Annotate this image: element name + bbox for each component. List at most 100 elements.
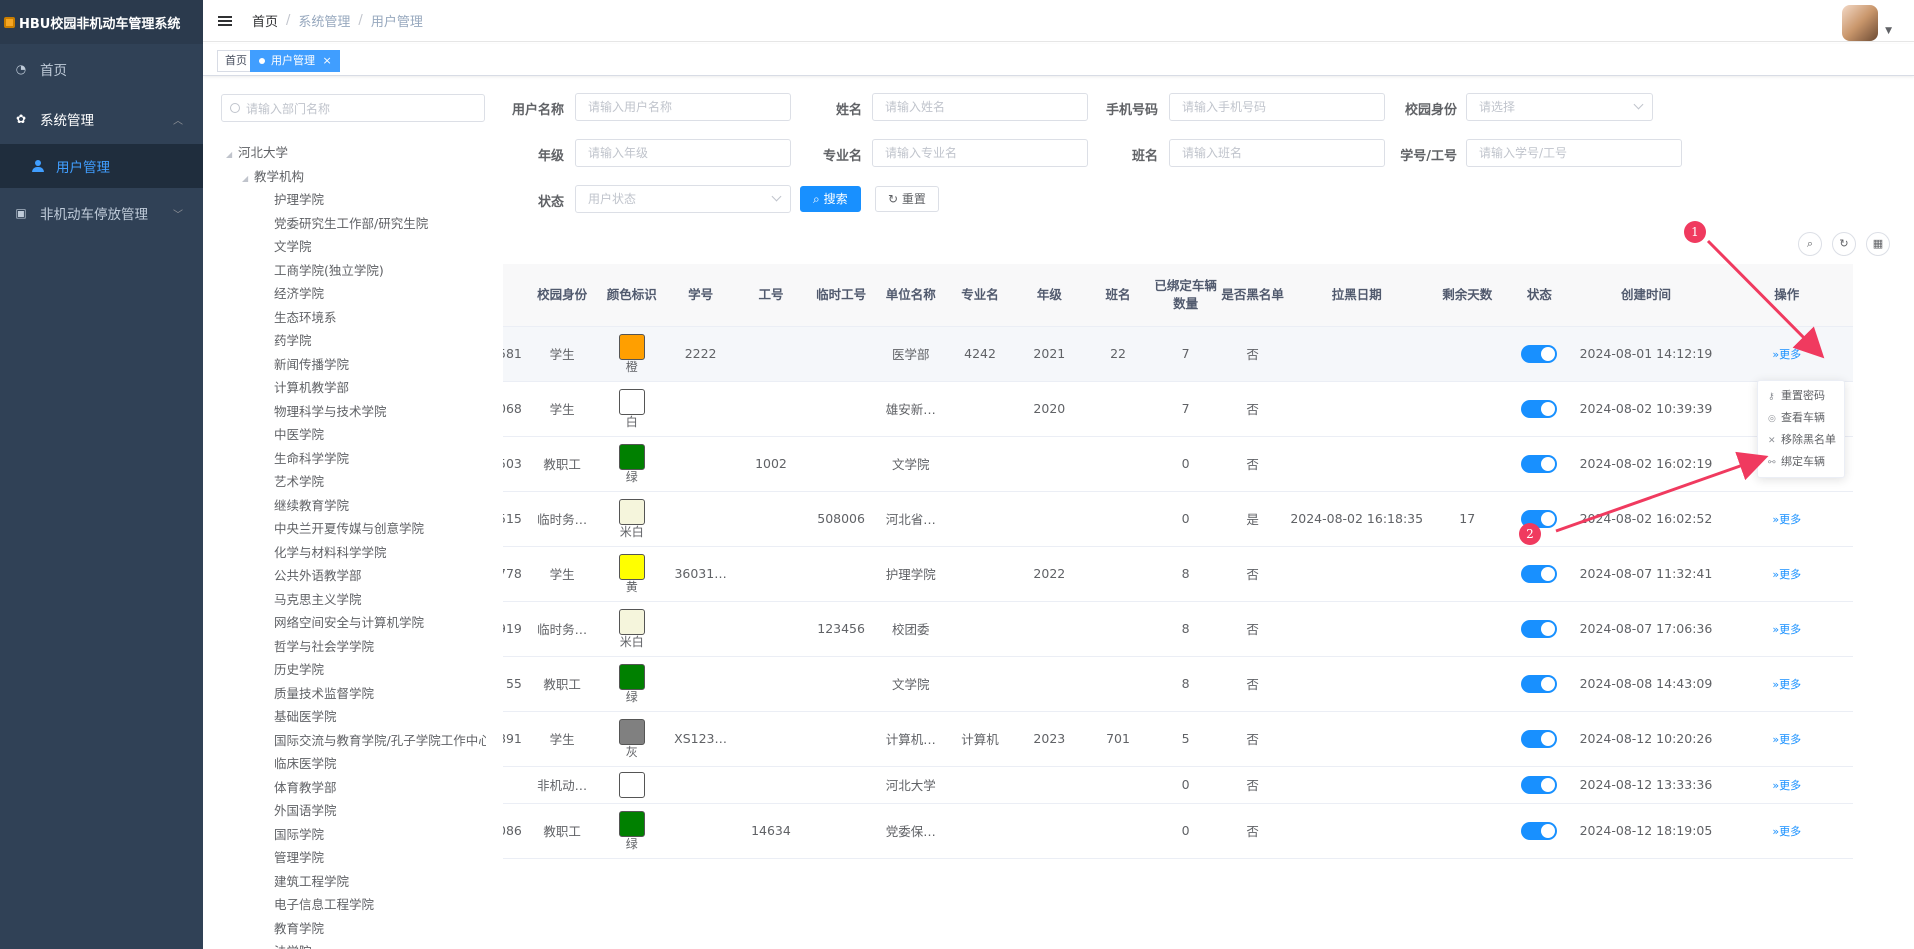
tree-node-dept[interactable]: 管理学院 (226, 846, 486, 870)
tree-node-dept[interactable]: 外国语学院 (226, 799, 486, 823)
table-cell-tempno (805, 436, 877, 492)
tree-node-dept[interactable]: 文学院 (226, 235, 486, 259)
status-toggle[interactable] (1521, 821, 1558, 840)
dropdown-item-view-bikes[interactable]: ◎ 查看车辆 (1758, 407, 1844, 429)
tag-users[interactable]: 用户管理 × (250, 50, 340, 72)
tree-node-dept[interactable]: 教育学院 (226, 917, 486, 941)
tree-node-dept[interactable]: 生命科学学院 (226, 447, 486, 471)
table-cell-stuno (665, 601, 737, 657)
table-cell-class: 701 (1083, 711, 1153, 767)
tree-node-root[interactable]: ◢ 河北大学 (226, 141, 486, 165)
table-cell-actions: »更多 (1720, 601, 1853, 657)
table-cell-major (945, 656, 1015, 712)
status-toggle[interactable] (1521, 775, 1558, 794)
tree-node-dept[interactable]: 新闻传播学院 (226, 353, 486, 377)
dropdown-item-remove-blacklist[interactable]: ✕ 移除黑名单 (1758, 429, 1844, 451)
more-button[interactable]: »更多 (1772, 678, 1801, 691)
tree-node-dept[interactable]: 继续教育学院 (226, 494, 486, 518)
tree-node-dept[interactable]: 党委研究生工作部/研究生院 (226, 212, 486, 236)
more-button[interactable]: »更多 (1772, 568, 1801, 581)
tree-node-dept[interactable]: 经济学院 (226, 282, 486, 306)
table-cell-black: 否 (1219, 381, 1287, 437)
tree-node-dept[interactable]: 电子信息工程学院 (226, 893, 486, 917)
breadcrumb-home[interactable]: 首页 (252, 11, 278, 30)
tree-node-dept[interactable]: 中央兰开夏传媒与创意学院 (226, 517, 486, 541)
status-toggle[interactable] (1521, 454, 1558, 473)
status-toggle[interactable] (1521, 564, 1558, 583)
more-button[interactable]: »更多 (1772, 733, 1801, 746)
name-input[interactable]: 请输入姓名 (872, 93, 1088, 121)
tree-node-dept[interactable]: 中医学院 (226, 423, 486, 447)
status-toggle[interactable] (1521, 344, 1558, 363)
hamburger-icon[interactable] (218, 14, 232, 28)
tree-node-group[interactable]: ◢ 教学机构 (226, 165, 486, 189)
tree-node-dept[interactable]: 网络空间安全与计算机学院 (226, 611, 486, 635)
identity-label: 校园身份 (1404, 103, 1457, 118)
sidebar-item-home[interactable]: ◔ 首页 (0, 44, 203, 94)
avatar[interactable] (1842, 5, 1878, 41)
table-cell-color: 绿 (598, 436, 666, 492)
stuno-input[interactable]: 请输入学号/工号 (1466, 139, 1682, 167)
tree-node-dept[interactable]: 生态环境系 (226, 306, 486, 330)
tree-node-dept[interactable]: 公共外语教学部 (226, 564, 486, 588)
status-toggle[interactable] (1521, 674, 1558, 693)
close-icon[interactable]: × (323, 54, 332, 67)
caret-down-icon[interactable]: ▼ (1885, 26, 1892, 36)
table-cell-days (1427, 766, 1508, 804)
dropdown-item-bind-bike[interactable]: ⚯ 绑定车辆 (1758, 451, 1844, 473)
dept-search-input[interactable]: 请输入部门名称 (221, 94, 485, 122)
tree-node-dept[interactable]: 历史学院 (226, 658, 486, 682)
more-button[interactable]: »更多 (1772, 513, 1801, 526)
reset-button[interactable]: ↻ 重置 (875, 186, 939, 212)
table-cell-bikes: 0 (1152, 766, 1220, 804)
sidebar-item-system[interactable]: ✿ 系统管理 ︿ (0, 94, 203, 144)
tree-node-dept[interactable]: 哲学与社会学学院 (226, 635, 486, 659)
sidebar-item-users[interactable]: 用户管理 (0, 144, 203, 188)
status-toggle[interactable] (1521, 619, 1558, 638)
grade-input[interactable]: 请输入年级 (575, 139, 791, 167)
tree-node-dept[interactable]: 艺术学院 (226, 470, 486, 494)
search-button[interactable]: ⌕ 搜索 (800, 186, 861, 212)
refresh-icon[interactable]: ↻ (1832, 232, 1856, 256)
tree-node-dept[interactable]: 物理科学与技术学院 (226, 400, 486, 424)
table-cell-major: 4242 (945, 326, 1015, 382)
more-button[interactable]: »更多 (1772, 348, 1801, 361)
table-cell-days (1427, 326, 1508, 382)
identity-select[interactable]: 请选择 (1466, 93, 1653, 121)
tree-node-dept[interactable]: 临床医学院 (226, 752, 486, 776)
tree-node-dept[interactable]: 国际学院 (226, 823, 486, 847)
breadcrumb-system: 系统管理 (298, 15, 351, 30)
tree-node-dept[interactable]: 体育教学部 (226, 776, 486, 800)
dept-search-placeholder: 请输入部门名称 (246, 101, 331, 116)
toggle-search-icon[interactable]: ⌕ (1798, 232, 1822, 256)
tree-node-dept[interactable]: 马克思主义学院 (226, 588, 486, 612)
tree-node-dept[interactable]: 国际交流与教育学院/孔子学院工作中心 (226, 729, 486, 753)
status-toggle[interactable] (1521, 399, 1558, 418)
more-button[interactable]: »更多 (1772, 623, 1801, 636)
status-select[interactable]: 用户状态 (575, 185, 791, 213)
columns-icon[interactable]: ▦ (1866, 232, 1890, 256)
table-cell-grade (1014, 491, 1084, 547)
dropdown-item-reset-password[interactable]: ⚷ 重置密码 (1758, 385, 1844, 407)
major-input[interactable]: 请输入专业名 (872, 139, 1088, 167)
more-button[interactable]: »更多 (1772, 825, 1801, 838)
more-button[interactable]: »更多 (1772, 779, 1801, 792)
table-cell-workno (736, 491, 806, 547)
phone-input[interactable]: 请输入手机号码 (1169, 93, 1385, 121)
tree-node-dept[interactable]: 计算机教学部 (226, 376, 486, 400)
tree-node-dept[interactable]: 基础医学院 (226, 705, 486, 729)
tree-node-dept[interactable]: 质量技术监督学院 (226, 682, 486, 706)
username-input[interactable]: 请输入用户名称 (575, 93, 791, 121)
tree-node-dept[interactable]: 工商学院(独立学院) (226, 259, 486, 283)
tree-node-dept[interactable]: 法学院 (226, 940, 486, 949)
sidebar-item-parking[interactable]: ▣ 非机动车停放管理 ﹀ (0, 188, 203, 238)
tree-node-dept[interactable]: 建筑工程学院 (226, 870, 486, 894)
logo[interactable]: HBU校园非机动车管理系统 (0, 0, 203, 44)
class-input[interactable]: 请输入班名 (1169, 139, 1385, 167)
breadcrumb-separator: / (358, 13, 363, 28)
tree-node-dept[interactable]: 护理学院 (226, 188, 486, 212)
table-cell-identity: 临时务… (525, 601, 599, 657)
tree-node-dept[interactable]: 药学院 (226, 329, 486, 353)
status-toggle[interactable] (1521, 729, 1558, 748)
tree-node-dept[interactable]: 化学与材料科学学院 (226, 541, 486, 565)
